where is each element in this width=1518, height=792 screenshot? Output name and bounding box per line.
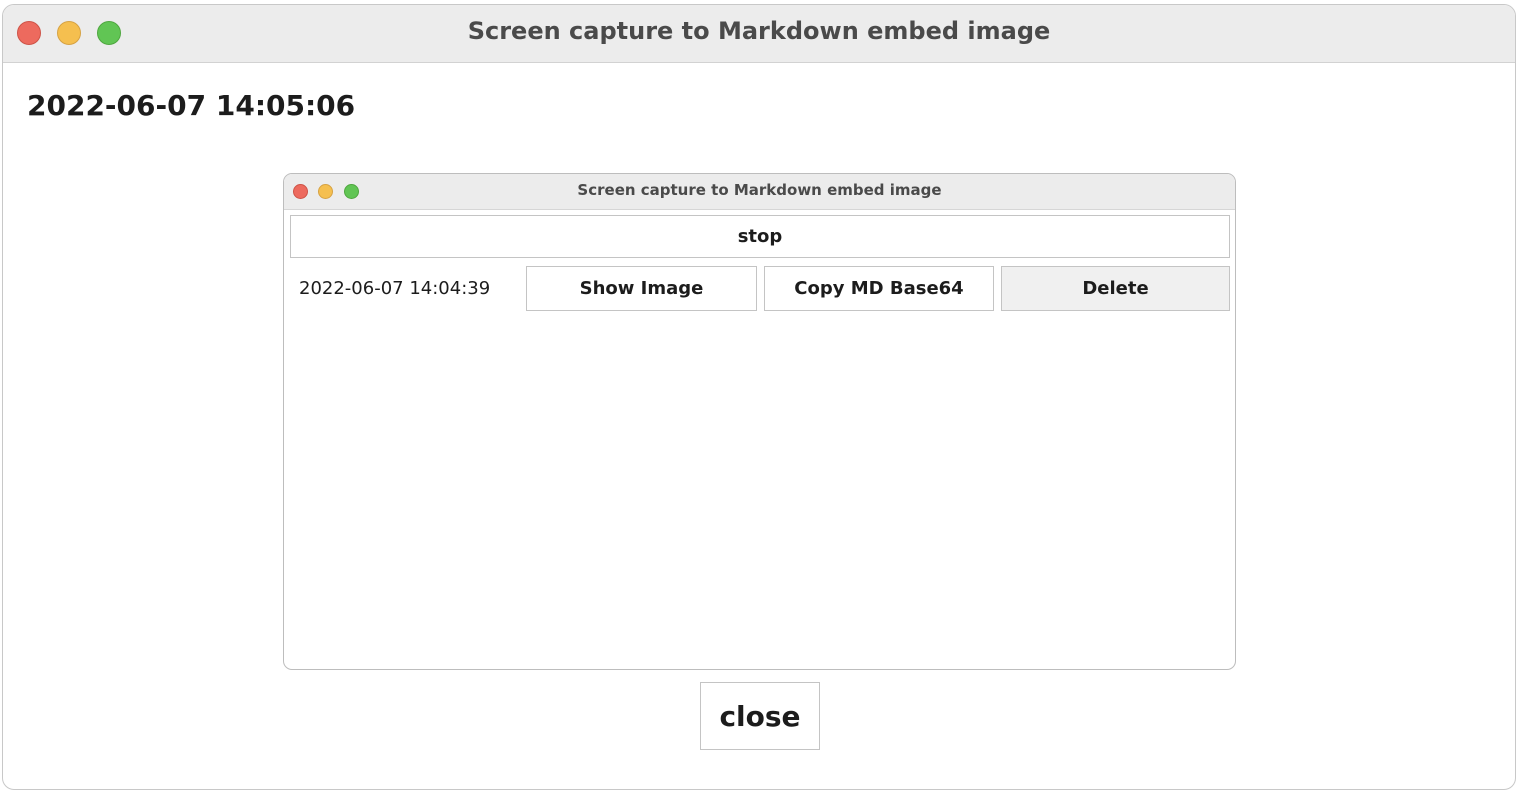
preview-window-title: Screen capture to Markdown embed image xyxy=(577,181,942,199)
capture-timestamp: 2022-06-07 14:04:39 xyxy=(299,278,491,299)
main-titlebar[interactable]: Screen capture to Markdown embed image xyxy=(3,5,1515,63)
delete-button[interactable]: Delete xyxy=(1001,266,1230,311)
stop-button[interactable]: stop xyxy=(290,215,1230,258)
show-image-button[interactable]: Show Image xyxy=(526,266,757,311)
capture-preview-window: Screen capture to Markdown embed image s… xyxy=(283,173,1236,670)
current-time-label: 2022-06-07 14:05:06 xyxy=(27,89,356,122)
copy-md-base64-button[interactable]: Copy MD Base64 xyxy=(764,266,994,311)
window-title: Screen capture to Markdown embed image xyxy=(467,17,1051,45)
preview-titlebar: Screen capture to Markdown embed image xyxy=(284,174,1235,210)
main-window: Screen capture to Markdown embed image 2… xyxy=(2,4,1516,790)
close-button[interactable]: close xyxy=(700,682,820,750)
